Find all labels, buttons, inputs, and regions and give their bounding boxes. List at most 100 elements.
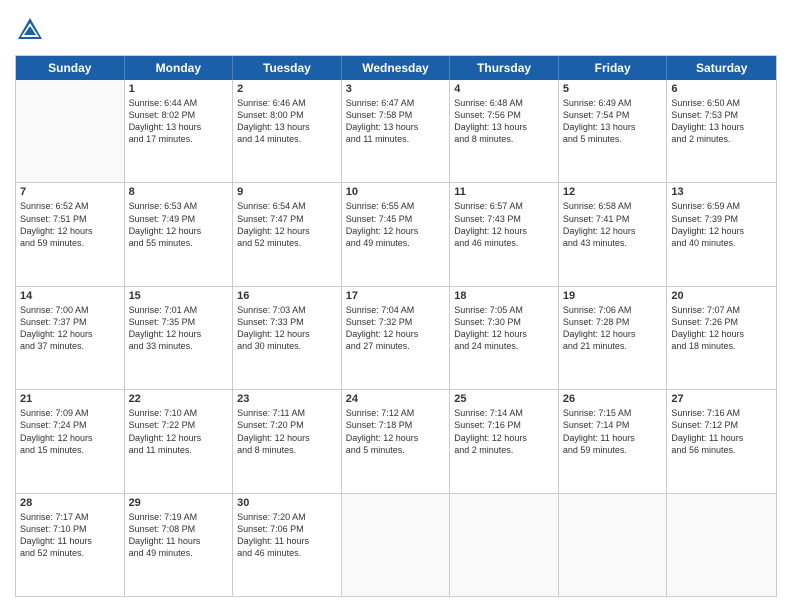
calendar-day-16: 16 Sunrise: 7:03 AM Sunset: 7:33 PM Dayli… [233, 287, 342, 389]
day-number: 26 [563, 393, 663, 405]
day-number: 7 [20, 186, 120, 198]
calendar-day-23: 23 Sunrise: 7:11 AM Sunset: 7:20 PM Dayli… [233, 390, 342, 492]
day-number: 16 [237, 290, 337, 302]
calendar-body: 1Sunrise: 6:44 AM Sunset: 8:02 PM Daylig… [16, 80, 776, 596]
day-details: Sunrise: 6:54 AM Sunset: 7:47 PM Dayligh… [237, 200, 337, 249]
day-details: Sunrise: 6:48 AM Sunset: 7:56 PM Dayligh… [454, 97, 554, 146]
day-number: 6 [671, 83, 772, 95]
day-details: Sunrise: 7:16 AM Sunset: 7:12 PM Dayligh… [671, 407, 772, 456]
day-number: 19 [563, 290, 663, 302]
day-number: 10 [346, 186, 446, 198]
calendar-header: SundayMondayTuesdayWednesdayThursdayFrid… [16, 56, 776, 80]
calendar-empty-cell [342, 494, 451, 596]
day-number: 17 [346, 290, 446, 302]
calendar-day-6: 6 Sunrise: 6:50 AM Sunset: 7:53 PM Daylig… [667, 80, 776, 182]
calendar-day-17: 17 Sunrise: 7:04 AM Sunset: 7:32 PM Dayli… [342, 287, 451, 389]
day-details: Sunrise: 7:15 AM Sunset: 7:14 PM Dayligh… [563, 407, 663, 456]
day-number: 29 [129, 497, 229, 509]
calendar-day-5: 5 Sunrise: 6:49 AM Sunset: 7:54 PM Daylig… [559, 80, 668, 182]
calendar-day-27: 27 Sunrise: 7:16 AM Sunset: 7:12 PM Dayli… [667, 390, 776, 492]
day-number: 2 [237, 83, 337, 95]
calendar-day-30: 30 Sunrise: 7:20 AM Sunset: 7:06 PM Dayli… [233, 494, 342, 596]
calendar-day-20: 20 Sunrise: 7:07 AM Sunset: 7:26 PM Dayli… [667, 287, 776, 389]
day-details: Sunrise: 7:17 AM Sunset: 7:10 PM Dayligh… [20, 511, 120, 560]
day-details: Sunrise: 7:11 AM Sunset: 7:20 PM Dayligh… [237, 407, 337, 456]
day-number: 30 [237, 497, 337, 509]
header-day-monday: Monday [125, 56, 234, 80]
header [15, 15, 777, 45]
day-details: Sunrise: 7:04 AM Sunset: 7:32 PM Dayligh… [346, 304, 446, 353]
calendar-week-1: 1Sunrise: 6:44 AM Sunset: 8:02 PM Daylig… [16, 80, 776, 183]
day-number: 22 [129, 393, 229, 405]
day-details: Sunrise: 6:58 AM Sunset: 7:41 PM Dayligh… [563, 200, 663, 249]
day-details: Sunrise: 7:10 AM Sunset: 7:22 PM Dayligh… [129, 407, 229, 456]
day-details: Sunrise: 6:59 AM Sunset: 7:39 PM Dayligh… [671, 200, 772, 249]
day-details: Sunrise: 6:49 AM Sunset: 7:54 PM Dayligh… [563, 97, 663, 146]
calendar-day-18: 18 Sunrise: 7:05 AM Sunset: 7:30 PM Dayli… [450, 287, 559, 389]
calendar-day-29: 29Sunrise: 7:19 AM Sunset: 7:08 PM Dayli… [125, 494, 234, 596]
day-number: 28 [20, 497, 120, 509]
day-number: 5 [563, 83, 663, 95]
day-number: 11 [454, 186, 554, 198]
day-number: 9 [237, 186, 337, 198]
day-number: 12 [563, 186, 663, 198]
calendar-day-1: 1Sunrise: 6:44 AM Sunset: 8:02 PM Daylig… [125, 80, 234, 182]
calendar-day-25: 25Sunrise: 7:14 AM Sunset: 7:16 PM Dayli… [450, 390, 559, 492]
day-details: Sunrise: 7:00 AM Sunset: 7:37 PM Dayligh… [20, 304, 120, 353]
calendar-day-26: 26 Sunrise: 7:15 AM Sunset: 7:14 PM Dayli… [559, 390, 668, 492]
calendar-week-2: 7 Sunrise: 6:52 AM Sunset: 7:51 PM Daylig… [16, 183, 776, 286]
calendar-empty-cell [16, 80, 125, 182]
day-details: Sunrise: 7:20 AM Sunset: 7:06 PM Dayligh… [237, 511, 337, 560]
calendar-empty-cell [559, 494, 668, 596]
day-details: Sunrise: 6:50 AM Sunset: 7:53 PM Dayligh… [671, 97, 772, 146]
calendar-day-19: 19 Sunrise: 7:06 AM Sunset: 7:28 PM Dayli… [559, 287, 668, 389]
header-day-saturday: Saturday [667, 56, 776, 80]
day-number: 8 [129, 186, 229, 198]
calendar-day-24: 24 Sunrise: 7:12 AM Sunset: 7:18 PM Dayli… [342, 390, 451, 492]
calendar-day-13: 13 Sunrise: 6:59 AM Sunset: 7:39 PM Dayli… [667, 183, 776, 285]
day-number: 18 [454, 290, 554, 302]
day-details: Sunrise: 7:07 AM Sunset: 7:26 PM Dayligh… [671, 304, 772, 353]
header-day-wednesday: Wednesday [342, 56, 451, 80]
page: SundayMondayTuesdayWednesdayThursdayFrid… [0, 0, 792, 612]
logo-icon [15, 15, 45, 45]
day-details: Sunrise: 6:46 AM Sunset: 8:00 PM Dayligh… [237, 97, 337, 146]
day-details: Sunrise: 7:14 AM Sunset: 7:16 PM Dayligh… [454, 407, 554, 456]
day-details: Sunrise: 7:03 AM Sunset: 7:33 PM Dayligh… [237, 304, 337, 353]
day-details: Sunrise: 7:06 AM Sunset: 7:28 PM Dayligh… [563, 304, 663, 353]
calendar-day-4: 4Sunrise: 6:48 AM Sunset: 7:56 PM Daylig… [450, 80, 559, 182]
header-day-sunday: Sunday [16, 56, 125, 80]
calendar-day-2: 2 Sunrise: 6:46 AM Sunset: 8:00 PM Daylig… [233, 80, 342, 182]
day-number: 20 [671, 290, 772, 302]
calendar-day-10: 10 Sunrise: 6:55 AM Sunset: 7:45 PM Dayli… [342, 183, 451, 285]
day-number: 21 [20, 393, 120, 405]
calendar-day-11: 11Sunrise: 6:57 AM Sunset: 7:43 PM Dayli… [450, 183, 559, 285]
day-details: Sunrise: 7:09 AM Sunset: 7:24 PM Dayligh… [20, 407, 120, 456]
calendar-empty-cell [450, 494, 559, 596]
day-details: Sunrise: 7:12 AM Sunset: 7:18 PM Dayligh… [346, 407, 446, 456]
calendar-day-21: 21 Sunrise: 7:09 AM Sunset: 7:24 PM Dayli… [16, 390, 125, 492]
day-details: Sunrise: 7:01 AM Sunset: 7:35 PM Dayligh… [129, 304, 229, 353]
calendar: SundayMondayTuesdayWednesdayThursdayFrid… [15, 55, 777, 597]
calendar-day-14: 14Sunrise: 7:00 AM Sunset: 7:37 PM Dayli… [16, 287, 125, 389]
calendar-day-8: 8Sunrise: 6:53 AM Sunset: 7:49 PM Daylig… [125, 183, 234, 285]
day-number: 23 [237, 393, 337, 405]
day-details: Sunrise: 6:52 AM Sunset: 7:51 PM Dayligh… [20, 200, 120, 249]
header-day-tuesday: Tuesday [233, 56, 342, 80]
calendar-day-28: 28 Sunrise: 7:17 AM Sunset: 7:10 PM Dayli… [16, 494, 125, 596]
day-number: 27 [671, 393, 772, 405]
day-details: Sunrise: 7:05 AM Sunset: 7:30 PM Dayligh… [454, 304, 554, 353]
day-details: Sunrise: 6:55 AM Sunset: 7:45 PM Dayligh… [346, 200, 446, 249]
calendar-week-3: 14Sunrise: 7:00 AM Sunset: 7:37 PM Dayli… [16, 287, 776, 390]
day-number: 3 [346, 83, 446, 95]
calendar-week-5: 28 Sunrise: 7:17 AM Sunset: 7:10 PM Dayli… [16, 494, 776, 596]
day-number: 24 [346, 393, 446, 405]
header-day-friday: Friday [559, 56, 668, 80]
calendar-day-22: 22 Sunrise: 7:10 AM Sunset: 7:22 PM Dayli… [125, 390, 234, 492]
calendar-week-4: 21 Sunrise: 7:09 AM Sunset: 7:24 PM Dayli… [16, 390, 776, 493]
day-number: 13 [671, 186, 772, 198]
day-details: Sunrise: 6:44 AM Sunset: 8:02 PM Dayligh… [129, 97, 229, 146]
header-day-thursday: Thursday [450, 56, 559, 80]
calendar-empty-cell [667, 494, 776, 596]
calendar-day-12: 12 Sunrise: 6:58 AM Sunset: 7:41 PM Dayli… [559, 183, 668, 285]
